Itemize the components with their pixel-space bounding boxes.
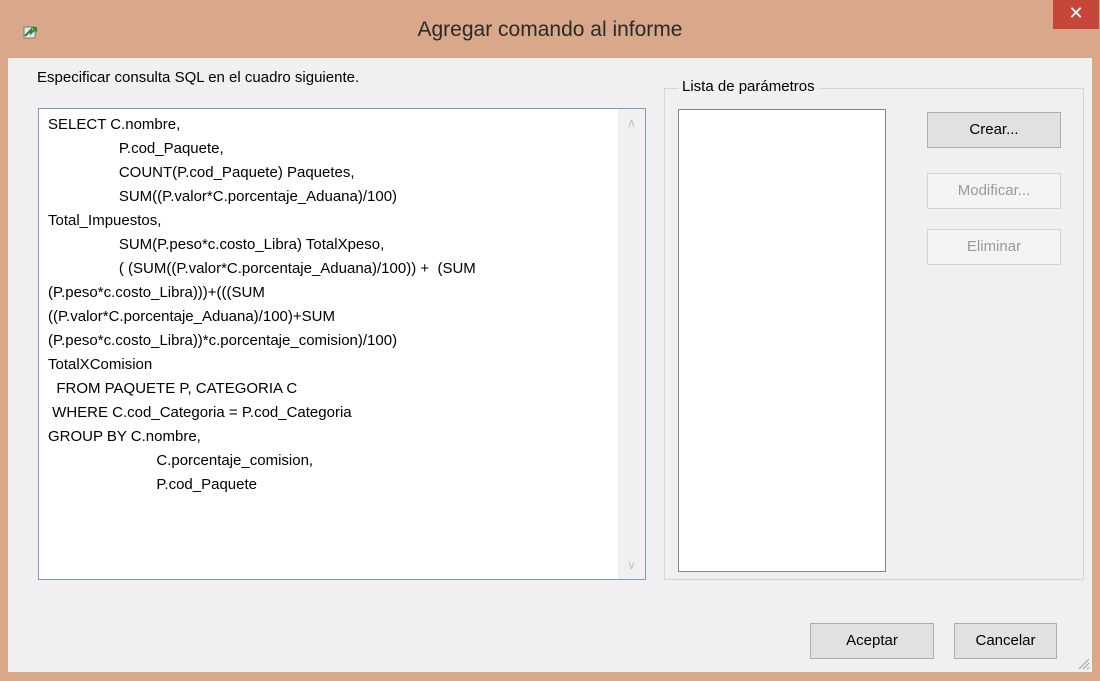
parameters-legend: Lista de parámetros xyxy=(678,78,819,95)
window-title: Agregar comando al informe xyxy=(417,18,683,41)
parameters-list[interactable] xyxy=(678,109,886,572)
scroll-up-icon[interactable]: ∧ xyxy=(618,113,645,133)
accept-button[interactable]: Aceptar xyxy=(810,623,934,659)
modify-parameter-button[interactable]: Modificar... xyxy=(927,173,1061,209)
instruction-label: Especificar consulta SQL en el cuadro si… xyxy=(37,69,360,86)
sql-query-textarea[interactable]: SELECT C.nombre, P.cod_Paquete, COUNT(P.… xyxy=(38,108,646,580)
delete-parameter-button[interactable]: Eliminar xyxy=(927,229,1061,265)
create-parameter-button[interactable]: Crear... xyxy=(927,112,1061,148)
title-bar[interactable]: Agregar comando al informe ✕ xyxy=(0,0,1100,58)
resize-grip-icon[interactable] xyxy=(1076,656,1090,670)
sql-query-text[interactable]: SELECT C.nombre, P.cod_Paquete, COUNT(P.… xyxy=(48,113,618,497)
scroll-down-icon[interactable]: ∨ xyxy=(618,555,645,575)
parameters-group: Lista de parámetros Crear... Modificar..… xyxy=(664,78,1084,580)
close-button[interactable]: ✕ xyxy=(1053,0,1099,29)
dialog-body: Especificar consulta SQL en el cuadro si… xyxy=(8,58,1092,672)
vertical-scrollbar[interactable]: ∧ ∨ xyxy=(618,109,645,579)
close-icon: ✕ xyxy=(1068,3,1084,24)
cancel-button[interactable]: Cancelar xyxy=(954,623,1057,659)
dialog-window: Agregar comando al informe ✕ Especificar… xyxy=(0,0,1100,681)
